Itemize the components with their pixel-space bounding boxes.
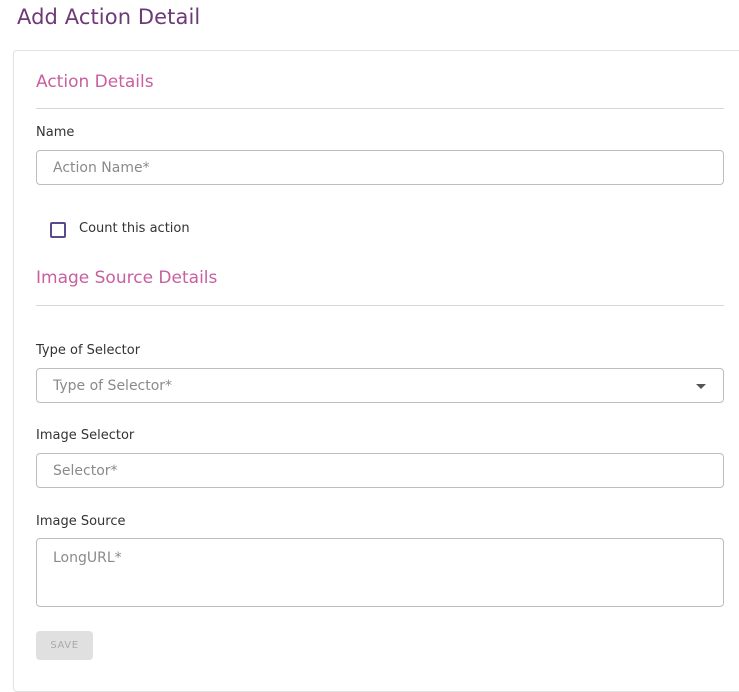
count-action-label[interactable]: Count this action <box>79 221 190 236</box>
type-of-selector-select[interactable]: Type of Selector* <box>36 368 724 403</box>
image-selector-placeholder: Selector* <box>53 463 118 479</box>
image-source-textarea[interactable]: LongURL* <box>36 538 724 607</box>
image-selector-label: Image Selector <box>36 428 135 443</box>
action-name-placeholder: Action Name* <box>53 160 150 176</box>
page-title: Add Action Detail <box>17 5 201 29</box>
save-button[interactable]: SAVE <box>36 631 93 660</box>
section-title-action-details: Action Details <box>36 72 154 92</box>
image-source-placeholder: LongURL* <box>53 550 122 566</box>
divider <box>36 305 724 306</box>
image-selector-input[interactable]: Selector* <box>36 453 724 488</box>
name-label: Name <box>36 125 75 140</box>
image-source-label: Image Source <box>36 514 126 529</box>
section-title-image-source-details: Image Source Details <box>36 268 218 288</box>
divider <box>36 108 724 109</box>
count-action-checkbox[interactable] <box>50 222 66 238</box>
type-of-selector-label: Type of Selector <box>36 343 141 358</box>
action-name-input[interactable]: Action Name* <box>36 150 724 185</box>
caret-down-icon[interactable] <box>696 384 706 389</box>
type-of-selector-placeholder: Type of Selector* <box>53 378 173 394</box>
